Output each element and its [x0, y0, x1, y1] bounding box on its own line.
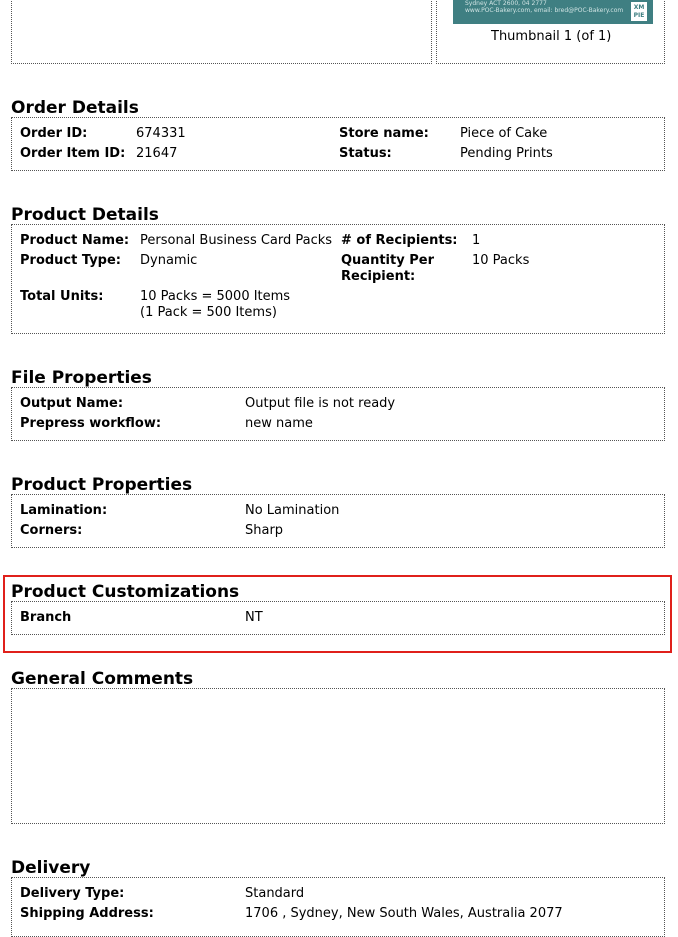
store-name-value: Piece of Cake	[460, 126, 548, 141]
order-id-label: Order ID:	[20, 126, 88, 141]
thumbnail-image[interactable]: Sydney ACT 2600, 04 2777 www.POC-Bakery.…	[453, 0, 653, 24]
quantity-per-recipient-label-line2: Recipient:	[341, 269, 416, 284]
status-value: Pending Prints	[460, 146, 553, 161]
corners-label: Corners:	[20, 523, 83, 538]
shipping-address-label: Shipping Address:	[20, 906, 154, 921]
total-units-value-line1: 10 Packs = 5000 Items	[140, 289, 291, 304]
order-id-value: 674331	[136, 126, 186, 141]
product-name-value: Personal Business Card Packs	[140, 233, 333, 248]
order-item-id-label: Order Item ID:	[20, 146, 126, 161]
output-name-label: Output Name:	[20, 396, 124, 411]
total-units-label: Total Units:	[20, 289, 104, 304]
delivery-heading: Delivery	[11, 858, 91, 878]
total-units-value-line2: (1 Pack = 500 Items)	[140, 305, 277, 320]
branch-value: NT	[245, 610, 263, 625]
store-name-label: Store name:	[339, 126, 429, 141]
product-type-label: Product Type:	[20, 253, 121, 268]
prepress-workflow-value: new name	[245, 416, 313, 431]
thumbnail-image-text: Sydney ACT 2600, 04 2777 www.POC-Bakery.…	[465, 0, 624, 14]
quantity-per-recipient-value: 10 Packs	[472, 253, 530, 268]
corners-value: Sharp	[245, 523, 284, 538]
recipients-label: # of Recipients:	[341, 233, 458, 248]
lamination-label: Lamination:	[20, 503, 108, 518]
delivery-type-value: Standard	[245, 886, 305, 901]
delivery-type-label: Delivery Type:	[20, 886, 125, 901]
prepress-workflow-label: Prepress workflow:	[20, 416, 162, 431]
product-type-value: Dynamic	[140, 253, 198, 268]
general-comments-heading: General Comments	[11, 669, 194, 689]
status-label: Status:	[339, 146, 392, 161]
product-name-label: Product Name:	[20, 233, 130, 248]
top-left-panel	[11, 0, 432, 64]
product-properties-heading: Product Properties	[11, 475, 193, 495]
file-properties-heading: File Properties	[11, 368, 152, 388]
general-comments-box	[11, 688, 665, 824]
thumbnail-caption: Thumbnail 1 (of 1)	[491, 29, 612, 44]
order-details-heading: Order Details	[11, 98, 139, 118]
product-details-heading: Product Details	[11, 205, 159, 225]
branch-label: Branch	[20, 610, 72, 625]
output-name-value: Output file is not ready	[245, 396, 396, 411]
order-item-id-value: 21647	[136, 146, 178, 161]
xmpie-logo: XM PIE	[631, 2, 647, 21]
recipients-value: 1	[472, 233, 481, 248]
order-details-box	[11, 117, 665, 171]
product-customizations-heading: Product Customizations	[11, 582, 240, 602]
product-customizations-box	[11, 601, 665, 635]
shipping-address-value: 1706 , Sydney, New South Wales, Australi…	[245, 906, 563, 921]
quantity-per-recipient-label-line1: Quantity Per	[341, 253, 434, 268]
lamination-value: No Lamination	[245, 503, 340, 518]
